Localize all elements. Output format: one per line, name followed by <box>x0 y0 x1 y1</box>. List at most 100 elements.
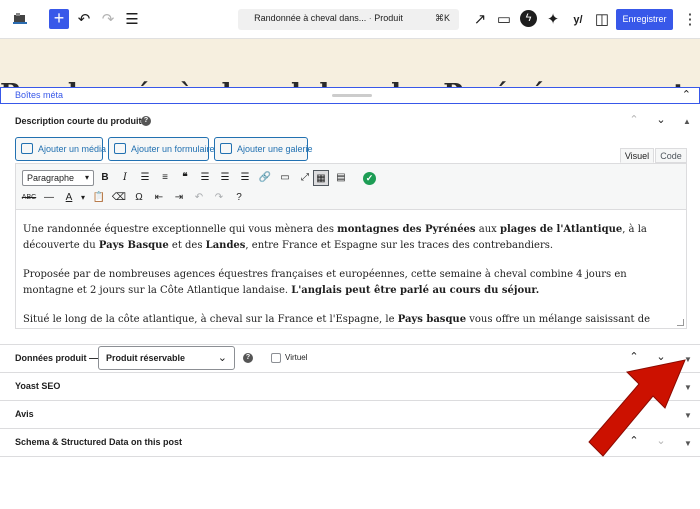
meta-boxes-title: Boîtes méta <box>15 90 64 100</box>
align-center-icon[interactable]: ☰ <box>217 170 233 186</box>
help-icon[interactable]: ? <box>141 116 151 126</box>
add-block-button[interactable]: + <box>49 9 69 29</box>
document-title-text: Randonnée à cheval dans... <box>254 13 367 23</box>
outdent-icon[interactable]: ⇤ <box>151 190 167 206</box>
clear-formatting-icon[interactable]: ⌫ <box>111 190 127 206</box>
help-icon[interactable]: ? <box>231 190 247 206</box>
add-gallery-button[interactable]: Ajouter une galerie <box>214 137 313 161</box>
bold-text: montagnes des Pyrénées <box>337 224 476 235</box>
editor-canvas: Randonnée à cheval dans les Pyrénées : m… <box>0 39 700 88</box>
special-chars-icon[interactable]: Ω <box>131 190 147 206</box>
move-up-icon[interactable]: ⌃ <box>627 113 641 126</box>
bold-text: Pays basque <box>397 314 467 325</box>
editor-toolbar: Paragraphe ▾ B I ☰ ≡ ❝ ☰ ☰ ☰ 🔗 ▭ ⤢ ▦ ▤ ✓… <box>16 164 686 210</box>
text-run: , entre France et Espagne sur les traces… <box>245 240 554 251</box>
product-data-title: Données produit — <box>15 353 98 363</box>
text-run: Une randonnée équestre exceptionnelle qu… <box>23 224 338 235</box>
bold-text: Pays Basque <box>98 240 169 251</box>
options-menu-icon[interactable]: ⋮ <box>680 10 700 30</box>
meta-boxes-header[interactable]: Boîtes méta ⌃ <box>0 87 700 104</box>
paragraph-1: Une randonnée équestre exceptionnelle qu… <box>23 222 679 254</box>
insert-more-icon[interactable]: ▭ <box>277 170 293 186</box>
jetpack-bolt-icon[interactable]: ϟ <box>520 10 537 27</box>
chevron-down-icon[interactable]: ▾ <box>75 190 91 206</box>
product-type-select[interactable]: Produit réservable ⌄ <box>98 346 235 370</box>
numbered-list-icon[interactable]: ≡ <box>157 170 173 186</box>
schema-title[interactable]: Schema & Structured Data on this post <box>15 437 182 447</box>
align-right-icon[interactable]: ☰ <box>237 170 253 186</box>
virtual-checkbox[interactable] <box>271 353 281 363</box>
redo-icon[interactable]: ↷ <box>211 190 227 206</box>
product-type-value: Produit réservable <box>106 353 186 363</box>
document-title: Randonnée à cheval dans... · Produit <box>238 13 419 23</box>
italic-icon[interactable]: I <box>117 170 133 186</box>
add-form-label: Ajouter un formulaire <box>131 144 215 154</box>
editor-top-toolbar: + ↶ ↷ ☰ Randonnée à cheval dans... · Pro… <box>0 0 700 39</box>
strikethrough-icon[interactable]: ABC <box>21 190 37 206</box>
bullet-list-icon[interactable]: ☰ <box>137 170 153 186</box>
align-left-icon[interactable]: ☰ <box>197 170 213 186</box>
site-icon[interactable] <box>12 11 28 27</box>
add-media-button[interactable]: Ajouter un média <box>15 137 107 161</box>
format-select[interactable]: Paragraphe ▾ <box>22 170 94 186</box>
gallery-icon <box>220 143 232 154</box>
paragraph-3: Situé le long de la côte atlantique, à c… <box>23 312 679 328</box>
shortcode-icon[interactable]: ▤ <box>333 170 349 186</box>
indent-icon[interactable]: ⇥ <box>171 190 187 206</box>
annotation-arrow-icon <box>588 359 686 457</box>
tab-visual[interactable]: Visuel <box>620 148 654 163</box>
external-view-icon[interactable]: ↗ <box>470 10 490 30</box>
chevron-down-icon: ⌄ <box>217 352 227 364</box>
command-palette-bar[interactable]: Randonnée à cheval dans... · Produit ⌘K <box>238 9 459 30</box>
horizontal-rule-icon[interactable]: — <box>41 190 57 206</box>
add-media-label: Ajouter un média <box>38 144 107 154</box>
rich-text-editor: Paragraphe ▾ B I ☰ ≡ ❝ ☰ ☰ ☰ 🔗 ▭ ⤢ ▦ ▤ ✓… <box>15 163 687 329</box>
yoast-seo-title[interactable]: Yoast SEO <box>15 381 60 391</box>
bold-icon[interactable]: B <box>97 170 113 186</box>
text-run: aux <box>475 224 500 235</box>
toolbar-row-2: ABC — A ▾ 📋 ⌫ Ω ⇤ ⇥ ↶ ↷ ? <box>16 188 686 210</box>
undo-icon[interactable]: ↶ <box>74 10 94 30</box>
help-icon[interactable]: ? <box>243 353 253 363</box>
text-run: et des <box>168 240 206 251</box>
settings-sidebar-icon[interactable]: ◫ <box>592 10 612 30</box>
bold-text: Landes <box>205 240 246 251</box>
bold-text: L'anglais peut être parlé au cours du sé… <box>291 285 540 296</box>
add-gallery-label: Ajouter une galerie <box>237 144 313 154</box>
ai-sparkle-icon[interactable]: ✦ <box>543 10 563 30</box>
tab-code[interactable]: Code <box>655 148 687 163</box>
media-icon <box>21 143 33 154</box>
toolbar-toggle-icon[interactable]: ▦ <box>313 170 329 186</box>
format-select-value: Paragraphe <box>27 173 75 183</box>
text-run: Situé le long de la côte atlantique, à c… <box>23 314 398 325</box>
resize-grip-icon[interactable] <box>677 319 684 326</box>
move-down-icon[interactable]: ⌄ <box>654 113 668 126</box>
virtual-label: Virtuel <box>285 353 308 362</box>
preview-desktop-icon[interactable]: ▭ <box>494 10 514 30</box>
collapse-toggle-icon[interactable]: ▲ <box>683 117 691 126</box>
chevron-up-icon[interactable]: ⌃ <box>682 88 691 101</box>
keyboard-shortcut: ⌘K <box>434 13 450 23</box>
save-button[interactable]: Enregistrer <box>616 9 673 30</box>
paragraph-2: Proposée par de nombreuses agences éques… <box>23 267 679 299</box>
link-icon[interactable]: 🔗 <box>257 170 273 186</box>
form-icon <box>114 143 126 154</box>
reviews-title[interactable]: Avis <box>15 409 34 419</box>
resize-handle[interactable] <box>332 94 372 97</box>
document-overview-icon[interactable]: ☰ <box>122 10 142 30</box>
redo-icon[interactable]: ↷ <box>98 10 118 30</box>
yoast-icon[interactable]: y/ <box>568 10 588 30</box>
add-form-button[interactable]: Ajouter un formulaire <box>108 137 215 161</box>
fullscreen-icon[interactable]: ⤢ <box>297 170 313 186</box>
chevron-down-icon: ▾ <box>84 173 89 182</box>
bold-text: plages de l'Atlantique <box>499 224 623 235</box>
editor-content[interactable]: Une randonnée équestre exceptionnelle qu… <box>16 210 686 328</box>
check-status-icon[interactable]: ✓ <box>363 172 376 185</box>
paste-text-icon[interactable]: 📋 <box>91 190 107 206</box>
undo-icon[interactable]: ↶ <box>191 190 207 206</box>
document-title-separator: · <box>368 13 372 23</box>
blockquote-icon[interactable]: ❝ <box>177 170 193 186</box>
document-type: Produit <box>374 13 403 23</box>
divider <box>0 344 700 345</box>
toolbar-row-1: Paragraphe ▾ B I ☰ ≡ ❝ ☰ ☰ ☰ 🔗 ▭ ⤢ ▦ ▤ ✓ <box>16 166 686 188</box>
